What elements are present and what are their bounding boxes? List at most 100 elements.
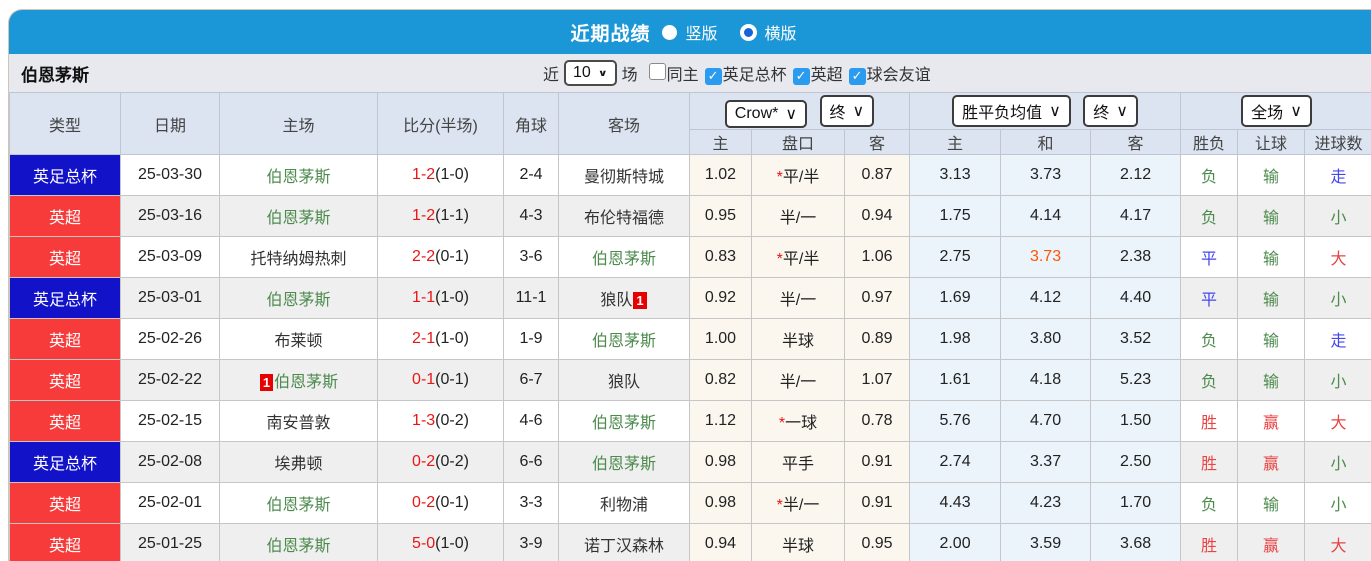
team-name-link[interactable]: 埃弗顿 [274,456,322,473]
team-name-link[interactable]: 伯恩茅斯 [266,210,330,227]
radio-vertical-label[interactable]: 竖版 [685,20,717,44]
avg-draw-cell: 3.73 [1000,154,1092,196]
team-name-link[interactable]: 伯恩茅斯 [592,456,656,473]
table-row: 英超 25-03-09 托特纳姆热刺 2-2(0-1) 3-6 伯恩茅斯 0.83 *平/半 1… [9,236,1371,278]
team-name-link[interactable]: 伯恩茅斯 [274,374,338,391]
result-cell: 胜 [1180,441,1239,483]
team-name-link[interactable]: 伯恩茅斯 [266,292,330,309]
filter-bar: 伯恩茅斯 近 10 ∨ 场 同主 ✓ 英足总杯 ✓ 英超 ✓ 球会友谊 [9,54,1371,92]
checkbox-英超[interactable]: ✓ [792,67,810,85]
radio-vertical-layout[interactable] [662,24,678,40]
handicap-result-cell: 输 [1237,359,1306,401]
col-header-avg-away: 客 [1090,129,1182,155]
avg-home-cell: 2.00 [909,523,1002,561]
col-header-goals: 进球数 [1304,129,1371,155]
checkbox-英足总杯[interactable]: ✓ [704,67,722,85]
table-row: 英足总杯 25-02-08 埃弗顿 0-2(0-2) 6-6 伯恩茅斯 0.98 平手 0.91… [9,441,1371,483]
matches-count-select[interactable]: 10 ∨ [564,60,617,86]
league-type-cell: 英超 [9,482,121,524]
corners-cell: 3-6 [503,236,559,278]
star-marker: * [776,497,783,514]
col-header-odds-away: 客 [843,129,911,155]
corners-cell: 3-9 [503,523,559,561]
away-team-cell: 布伦特福德 [558,195,690,237]
team-name-link[interactable]: 曼彻斯特城 [584,169,664,186]
chevron-down-icon: ∨ [1049,103,1061,120]
table-row: 英超 25-02-26 布莱顿 2-1(1-0) 1-9 伯恩茅斯 1.00 半球 0.89 1.… [9,318,1371,360]
fulltime-score: 0-1 [412,371,436,388]
team-name-link[interactable]: 伯恩茅斯 [266,538,330,555]
chevron-down-icon: ∨ [597,67,608,79]
checkbox-label[interactable]: 同主 [667,67,699,84]
team-name-link[interactable]: 狼队 [600,292,632,309]
handicap-result-cell: 输 [1237,195,1306,237]
avg-draw-cell: 3.59 [1000,523,1092,561]
chevron-down-icon: ∨ [852,102,865,120]
team-name-link[interactable]: 狼队 [608,374,640,391]
avg-type-select[interactable]: 胜平负均值 ∨ [952,95,1071,127]
avg-stage-select[interactable]: 终 ∨ [1083,95,1138,127]
odds-handicap-cell: 半球 [751,523,845,561]
team-name-link[interactable]: 伯恩茅斯 [266,497,330,514]
odds-away-cell: 0.94 [843,195,911,237]
avg-away-cell: 2.12 [1090,154,1182,196]
checkbox-球会友谊[interactable]: ✓ [848,67,866,85]
filters-group: 近 10 ∨ 场 同主 ✓ 英足总杯 ✓ 英超 ✓ 球会友谊 [543,54,931,92]
team-name-link[interactable]: 布伦特福德 [584,210,664,227]
home-team-cell: 南安普敦 [219,400,378,442]
odds-away-cell: 0.87 [843,154,911,196]
team-name-link[interactable]: 南安普敦 [266,415,330,432]
checkbox-同主[interactable] [648,63,666,80]
goals-result-cell: 小 [1304,441,1371,483]
table-row: 英超 25-03-16 伯恩茅斯 1-2(1-1) 4-3 布伦特福德 0.95 半/一 0.9… [9,195,1371,237]
team-name-link[interactable]: 伯恩茅斯 [592,251,656,268]
table-row: 英足总杯 25-03-01 伯恩茅斯 1-1(1-0) 11-1 狼队 1 0.92 半/一 0.… [9,277,1371,319]
away-team-cell: 诺丁汉森林 [558,523,690,561]
match-date-cell: 25-02-26 [120,318,220,360]
radio-horizontal-label[interactable]: 横版 [765,20,797,44]
league-type-cell: 英超 [9,318,121,360]
avg-draw-cell: 4.23 [1000,482,1092,524]
checkbox-label[interactable]: 球会友谊 [867,67,931,84]
odds-home-cell: 0.98 [689,441,752,483]
avg-home-cell: 2.75 [909,236,1002,278]
team-name-link[interactable]: 伯恩茅斯 [266,169,330,186]
chevron-down-icon: ∨ [785,105,798,123]
result-cell: 胜 [1180,523,1239,561]
titlebar: 近期战绩 竖版 横版 [9,10,1371,54]
score-cell: 1-2(1-0) [377,154,504,196]
away-team-cell: 狼队 [558,359,690,401]
period-select-group: 全场 ∨ [1180,92,1371,130]
score-cell: 0-1(0-1) [377,359,504,401]
checkbox-label[interactable]: 英足总杯 [723,67,787,84]
goals-result-cell: 大 [1304,236,1371,278]
team-name-link[interactable]: 伯恩茅斯 [592,415,656,432]
team-name-link[interactable]: 利物浦 [600,497,648,514]
match-date-cell: 25-01-25 [120,523,220,561]
team-name-link[interactable]: 布莱顿 [274,333,322,350]
odds-company-select[interactable]: Crow* ∨ [724,99,808,128]
handicap-result-cell: 赢 [1237,523,1306,561]
team-name-link[interactable]: 诺丁汉森林 [584,538,664,555]
halftime-score: (1-1) [435,207,469,224]
radio-horizontal-layout[interactable] [739,23,757,41]
checkbox-label[interactable]: 英超 [811,67,843,84]
score-cell: 1-3(0-2) [377,400,504,442]
team-name-link[interactable]: 托特纳姆热刺 [250,251,346,268]
away-team-cell: 曼彻斯特城 [558,154,690,196]
avg-away-cell: 4.40 [1090,277,1182,319]
avg-away-cell: 4.17 [1090,195,1182,237]
team-name-link[interactable]: 伯恩茅斯 [592,333,656,350]
avg-away-cell: 3.68 [1090,523,1182,561]
odds-away-cell: 0.78 [843,400,911,442]
halftime-score: (1-0) [435,166,469,183]
corners-cell: 1-9 [503,318,559,360]
corners-cell: 6-6 [503,441,559,483]
score-cell: 1-2(1-1) [377,195,504,237]
fulltime-score: 2-1 [412,330,436,347]
odds-home-cell: 1.12 [689,400,752,442]
result-cell: 平 [1180,236,1239,278]
col-header-odds-handicap: 盘口 [751,129,845,155]
odds-stage-select[interactable]: 终 ∨ [819,94,875,127]
period-select[interactable]: 全场 ∨ [1241,95,1312,127]
